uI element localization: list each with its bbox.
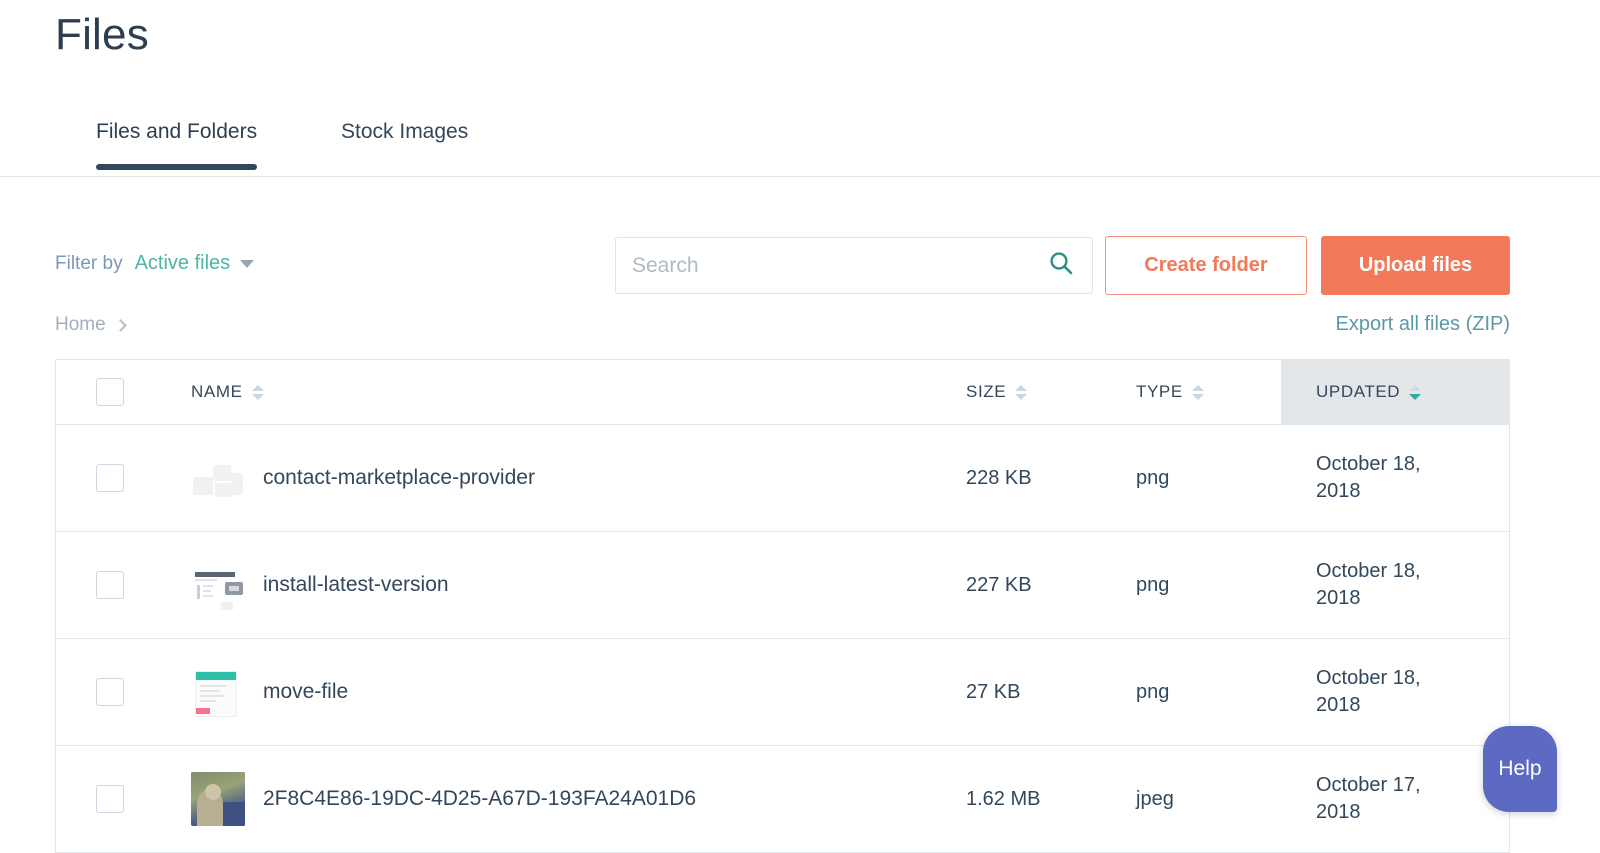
photo-thumbnail-icon	[191, 772, 245, 826]
document-thumbnail-icon	[191, 665, 245, 719]
row-updated-cell: October 17, 2018	[1281, 746, 1509, 852]
help-button[interactable]: Help	[1483, 726, 1557, 812]
row-select-cell	[56, 532, 191, 638]
chevron-down-icon	[240, 260, 254, 268]
row-updated-text: October 18, 2018	[1316, 558, 1446, 612]
upload-files-button[interactable]: Upload files	[1321, 236, 1510, 295]
row-updated-text: October 18, 2018	[1316, 665, 1446, 719]
column-header-label: SIZE	[966, 382, 1006, 402]
table-row[interactable]: contact-marketplace-provider 228 KB png …	[56, 425, 1509, 532]
tab-files-and-folders[interactable]: Files and Folders	[96, 120, 257, 166]
column-header-label: NAME	[191, 382, 243, 402]
search-box[interactable]	[615, 237, 1093, 294]
search-icon[interactable]	[1048, 250, 1074, 281]
file-name-link[interactable]: contact-marketplace-provider	[263, 466, 535, 490]
table-header-row: NAME SIZE TYPE UPDATED	[56, 360, 1509, 425]
row-size-cell: 228 KB	[966, 425, 1136, 531]
breadcrumb: Home	[55, 314, 125, 336]
row-select-cell	[56, 425, 191, 531]
blocks-placeholder-icon	[191, 451, 245, 505]
row-name-cell: install-latest-version	[191, 532, 966, 638]
row-checkbox[interactable]	[96, 678, 124, 706]
row-select-cell	[56, 639, 191, 745]
export-all-files-link[interactable]: Export all files (ZIP)	[1336, 313, 1510, 336]
row-updated-cell: October 18, 2018	[1281, 425, 1509, 531]
filter-dropdown-value: Active files	[135, 252, 231, 275]
filter-dropdown[interactable]: Active files	[135, 252, 255, 275]
row-updated-cell: October 18, 2018	[1281, 532, 1509, 638]
file-name-link[interactable]: move-file	[263, 680, 348, 704]
row-size-cell: 1.62 MB	[966, 746, 1136, 852]
row-name-cell: 2F8C4E86-19DC-4D25-A67D-193FA24A01D6	[191, 746, 966, 852]
create-folder-button[interactable]: Create folder	[1105, 236, 1307, 295]
chevron-right-icon	[114, 319, 127, 332]
tab-label: Stock Images	[341, 120, 468, 143]
sort-icon-size[interactable]	[1015, 385, 1027, 400]
row-type-cell: png	[1136, 532, 1281, 638]
filter-row: Filter by Active files	[55, 252, 254, 275]
row-type-cell: jpeg	[1136, 746, 1281, 852]
screenshot-thumbnail-icon	[191, 558, 245, 612]
table-row[interactable]: move-file 27 KB png October 18, 2018	[56, 639, 1509, 746]
tabs-bar: Files and Folders Stock Images	[0, 110, 1600, 177]
row-updated-text: October 17, 2018	[1316, 772, 1446, 826]
select-all-checkbox[interactable]	[96, 378, 124, 406]
table-row[interactable]: install-latest-version 227 KB png Octobe…	[56, 532, 1509, 639]
sort-icon-type[interactable]	[1192, 385, 1204, 400]
search-input[interactable]	[630, 253, 1048, 279]
row-updated-cell: October 18, 2018	[1281, 639, 1509, 745]
file-name-link[interactable]: 2F8C4E86-19DC-4D25-A67D-193FA24A01D6	[263, 787, 696, 811]
column-header-name[interactable]: NAME	[191, 360, 966, 424]
tab-stock-images[interactable]: Stock Images	[341, 120, 468, 166]
row-checkbox[interactable]	[96, 571, 124, 599]
row-checkbox[interactable]	[96, 464, 124, 492]
sort-icon-name[interactable]	[252, 385, 264, 400]
row-type-cell: png	[1136, 425, 1281, 531]
row-name-cell: move-file	[191, 639, 966, 745]
column-header-size[interactable]: SIZE	[966, 360, 1136, 424]
column-header-type[interactable]: TYPE	[1136, 360, 1281, 424]
help-button-label: Help	[1498, 757, 1541, 781]
tab-label: Files and Folders	[96, 120, 257, 143]
filter-by-label: Filter by	[55, 253, 123, 275]
row-checkbox[interactable]	[96, 785, 124, 813]
page-title: Files	[55, 8, 149, 62]
files-table: NAME SIZE TYPE UPDATED	[55, 359, 1510, 853]
select-all-cell	[56, 360, 191, 424]
row-size-cell: 27 KB	[966, 639, 1136, 745]
breadcrumb-item-home[interactable]: Home	[55, 314, 106, 336]
row-type-cell: png	[1136, 639, 1281, 745]
table-row[interactable]: 2F8C4E86-19DC-4D25-A67D-193FA24A01D6 1.6…	[56, 746, 1509, 853]
column-header-label: UPDATED	[1316, 382, 1400, 402]
row-size-cell: 227 KB	[966, 532, 1136, 638]
row-name-cell: contact-marketplace-provider	[191, 425, 966, 531]
sort-icon-updated[interactable]	[1409, 385, 1421, 400]
row-select-cell	[56, 746, 191, 852]
column-header-label: TYPE	[1136, 382, 1183, 402]
row-updated-text: October 18, 2018	[1316, 451, 1446, 505]
column-header-updated[interactable]: UPDATED	[1281, 360, 1509, 424]
file-name-link[interactable]: install-latest-version	[263, 573, 449, 597]
